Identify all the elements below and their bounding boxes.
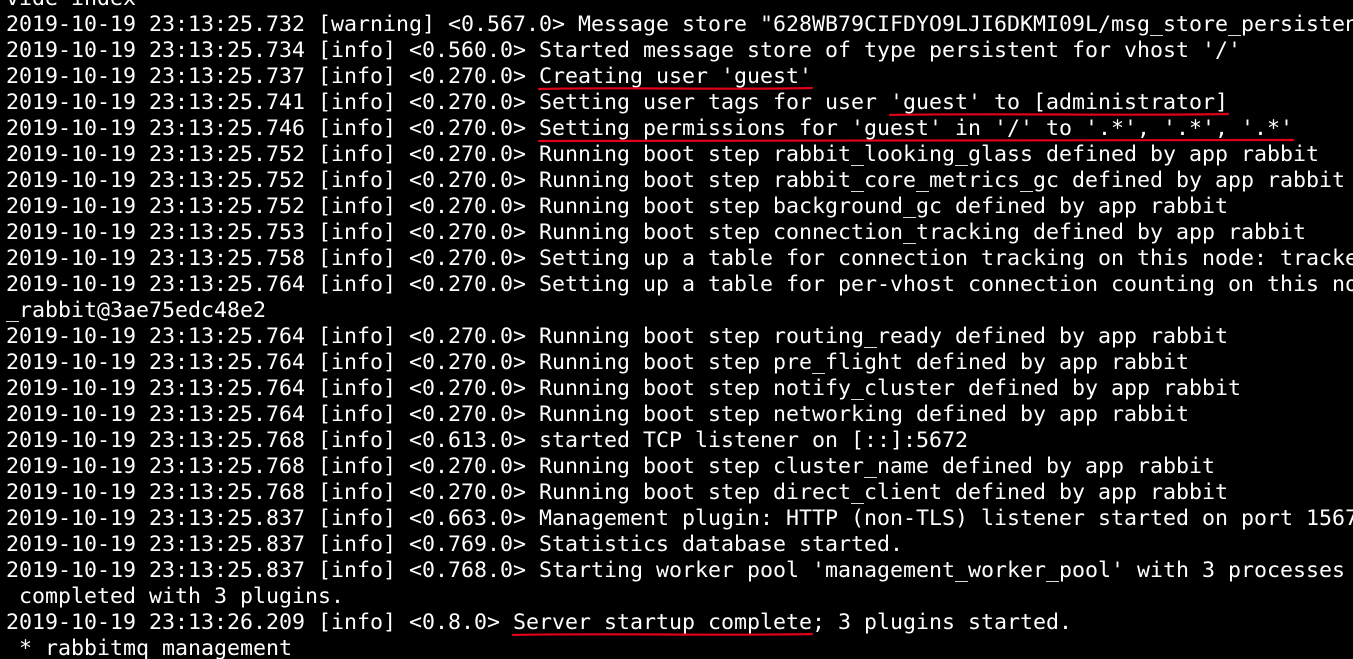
log-line: * rabbitmq_management bbox=[6, 636, 1353, 659]
log-text: 2019-10-19 23:13:25.734 [info] <0.560.0>… bbox=[6, 38, 1242, 63]
log-text: 2019-10-19 23:13:25.768 [info] <0.270.0>… bbox=[6, 454, 1216, 479]
log-text: 2019-10-19 23:13:25.758 [info] <0.270.0>… bbox=[6, 246, 1353, 271]
log-line: 2019-10-19 23:13:25.764 [info] <0.270.0>… bbox=[6, 324, 1353, 350]
log-text: 2019-10-19 23:13:25.752 [info] <0.270.0>… bbox=[6, 194, 1229, 219]
log-text: * rabbitmq_management bbox=[6, 636, 293, 659]
log-line: 2019-10-19 23:13:25.746 [info] <0.270.0>… bbox=[6, 116, 1353, 142]
log-line: 2019-10-19 23:13:25.752 [info] <0.270.0>… bbox=[6, 194, 1353, 220]
log-line: 2019-10-19 23:13:25.741 [info] <0.270.0>… bbox=[6, 90, 1353, 116]
log-line: 2019-10-19 23:13:25.764 [info] <0.270.0>… bbox=[6, 272, 1353, 298]
log-text: 2019-10-19 23:13:25.837 [info] <0.768.0>… bbox=[6, 558, 1346, 583]
log-text: 2019-10-19 23:13:25.753 [info] <0.270.0>… bbox=[6, 220, 1307, 245]
log-text: 2019-10-19 23:13:25.764 [info] <0.270.0>… bbox=[6, 376, 1242, 401]
log-text: 2019-10-19 23:13:25.732 [warning] <0.567… bbox=[6, 12, 1353, 37]
log-text: 2019-10-19 23:13:25.764 [info] <0.270.0>… bbox=[6, 324, 1229, 349]
log-line: completed with 3 plugins. bbox=[6, 584, 1353, 610]
log-text: 2019-10-19 23:13:25.837 [info] <0.663.0>… bbox=[6, 506, 1353, 531]
log-line: 2019-10-19 23:13:25.758 [info] <0.270.0>… bbox=[6, 246, 1353, 272]
log-text: 2019-10-19 23:13:25.746 [info] <0.270.0> bbox=[6, 116, 540, 141]
log-line: 2019-10-19 23:13:25.737 [info] <0.270.0>… bbox=[6, 64, 1353, 90]
log-text: 2019-10-19 23:13:25.752 [info] <0.270.0>… bbox=[6, 168, 1346, 193]
log-line: 2019-10-19 23:13:25.764 [info] <0.270.0>… bbox=[6, 402, 1353, 428]
log-line: 2019-10-19 23:13:25.752 [info] <0.270.0>… bbox=[6, 168, 1353, 194]
underlined-log-text: Creating user 'guest' bbox=[539, 64, 813, 89]
log-text: _rabbit@3ae75edc48e2 bbox=[6, 298, 267, 323]
log-text: 2019-10-19 23:13:25.768 [info] <0.270.0>… bbox=[6, 480, 1229, 505]
terminal-window[interactable]: vide index2019-10-19 23:13:25.732 [warni… bbox=[0, 0, 1353, 659]
log-line: vide index bbox=[6, 0, 1353, 12]
log-line: 2019-10-19 23:13:25.764 [info] <0.270.0>… bbox=[6, 350, 1353, 376]
log-line: 2019-10-19 23:13:25.752 [info] <0.270.0>… bbox=[6, 142, 1353, 168]
log-line: 2019-10-19 23:13:25.768 [info] <0.270.0>… bbox=[6, 480, 1353, 506]
log-line: 2019-10-19 23:13:25.837 [info] <0.769.0>… bbox=[6, 532, 1353, 558]
log-text: vide index bbox=[6, 0, 136, 11]
log-text: 2019-10-19 23:13:25.764 [info] <0.270.0>… bbox=[6, 402, 1190, 427]
log-text: 2019-10-19 23:13:25.768 [info] <0.613.0>… bbox=[6, 428, 969, 453]
log-text: 2019-10-19 23:13:25.737 [info] <0.270.0> bbox=[6, 64, 540, 89]
log-text: 2019-10-19 23:13:26.209 [info] <0.8.0> bbox=[6, 610, 514, 635]
log-line: 2019-10-19 23:13:26.209 [info] <0.8.0> S… bbox=[6, 610, 1353, 636]
log-text: 2019-10-19 23:13:25.752 [info] <0.270.0>… bbox=[6, 142, 1320, 167]
log-line: 2019-10-19 23:13:25.732 [warning] <0.567… bbox=[6, 12, 1353, 38]
log-text: 2019-10-19 23:13:25.837 [info] <0.769.0>… bbox=[6, 532, 904, 557]
underlined-log-text: Setting permissions for 'guest' in '/' t… bbox=[539, 116, 1294, 141]
log-text: 2019-10-19 23:13:25.764 [info] <0.270.0>… bbox=[6, 272, 1353, 297]
underlined-log-text: Server startup complete bbox=[513, 610, 813, 635]
log-text: 2019-10-19 23:13:25.741 [info] <0.270.0>… bbox=[6, 90, 891, 115]
log-text: completed with 3 plugins. bbox=[6, 584, 345, 609]
log-text: 2019-10-19 23:13:25.764 [info] <0.270.0>… bbox=[6, 350, 1190, 375]
log-line: _rabbit@3ae75edc48e2 bbox=[6, 298, 1353, 324]
log-line: 2019-10-19 23:13:25.768 [info] <0.613.0>… bbox=[6, 428, 1353, 454]
log-line: 2019-10-19 23:13:25.734 [info] <0.560.0>… bbox=[6, 38, 1353, 64]
log-line: 2019-10-19 23:13:25.753 [info] <0.270.0>… bbox=[6, 220, 1353, 246]
log-text: ; 3 plugins started. bbox=[812, 610, 1073, 635]
log-line: 2019-10-19 23:13:25.768 [info] <0.270.0>… bbox=[6, 454, 1353, 480]
underlined-log-text: 'guest' to [administrator] bbox=[890, 90, 1229, 115]
terminal-log-output: vide index2019-10-19 23:13:25.732 [warni… bbox=[6, 0, 1353, 659]
log-line: 2019-10-19 23:13:25.837 [info] <0.768.0>… bbox=[6, 558, 1353, 584]
log-line: 2019-10-19 23:13:25.764 [info] <0.270.0>… bbox=[6, 376, 1353, 402]
log-line: 2019-10-19 23:13:25.837 [info] <0.663.0>… bbox=[6, 506, 1353, 532]
